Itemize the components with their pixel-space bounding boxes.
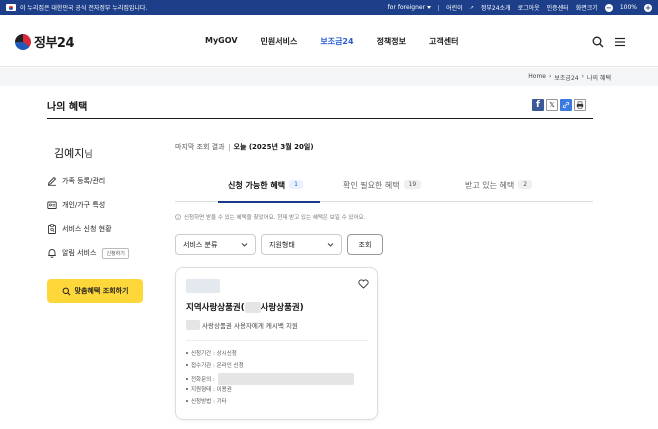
facebook-icon[interactable]: f <box>532 99 544 111</box>
gov-banner: 이 누리집은 대한민국 공식 전자정부 누리집입니다. for foreigne… <box>0 0 658 15</box>
zoom-in-button[interactable]: + <box>644 3 652 12</box>
divider <box>438 4 440 11</box>
search-button[interactable]: 조회 <box>347 234 383 255</box>
sidebar-item-application-status[interactable]: 서비스 신청 현황 <box>47 222 112 236</box>
chevron-right-icon: › <box>581 73 584 80</box>
redacted-region <box>217 373 354 385</box>
taegeuk-logo-icon <box>15 33 31 50</box>
redacted-region <box>244 301 261 313</box>
main-nav: MyGOV 민원서비스 보조금24 정책정보 고객센터 <box>205 36 481 47</box>
detail-method: 신청방법 : 기타 <box>186 397 227 405</box>
sidebar-item-label: 개인/가구 특성 <box>62 201 106 209</box>
pencil-icon <box>47 176 57 186</box>
detail-phone: 전화문의 : <box>186 373 354 385</box>
korea-flag-icon <box>6 4 16 11</box>
select-value: 서비스 분류 <box>183 240 218 249</box>
search-icon[interactable] <box>592 36 604 48</box>
external-link-icon: ↗ <box>469 4 474 11</box>
share-toolbar: f 𝕏 <box>532 99 586 111</box>
tab-label: 확인 필요한 혜택 <box>343 181 400 190</box>
breadcrumb-bar: Home › 보조금24 › 나의 혜택 <box>0 68 658 86</box>
detail-period: 신청기간 : 상시신청 <box>186 349 237 357</box>
active-tab-indicator <box>218 201 320 203</box>
breadcrumb-subsidy[interactable]: 보조금24 <box>554 73 578 82</box>
tab-needs-check[interactable]: 확인 필요한 혜택 19 <box>343 178 422 202</box>
tab-count: 1 <box>289 180 303 189</box>
card-badge-redacted <box>186 279 220 293</box>
custom-benefit-search-button[interactable]: 맞춤혜택 조회하기 <box>47 279 143 303</box>
tab-count: 19 <box>403 180 422 189</box>
utility-links: for foreigner 어린이 ↗ 정부24소개 로그아웃 인증센터 화면크… <box>388 3 652 12</box>
tab-label: 받고 있는 혜택 <box>465 181 515 190</box>
breadcrumb: Home › 보조금24 › 나의 혜택 <box>528 73 611 82</box>
chevron-down-icon <box>241 243 248 247</box>
print-icon[interactable] <box>574 99 586 111</box>
result-notice: 신청하면 받을 수 있는 혜택을 찾았어요. 현재 받고 있는 혜택은 보일 수… <box>175 213 365 221</box>
search-icon <box>62 287 70 295</box>
cta-label: 맞춤혜택 조회하기 <box>74 287 129 295</box>
menu-icon[interactable] <box>614 36 626 48</box>
nav-civil-service[interactable]: 민원서비스 <box>261 36 298 47</box>
site-header: 정부24 MyGOV 민원서비스 보조금24 정책정보 고객센터 <box>0 15 658 67</box>
alert-apply-button[interactable]: 신청하기 <box>102 247 129 259</box>
nav-customer-center[interactable]: 고객센터 <box>429 36 458 47</box>
chevron-down-icon <box>427 6 432 9</box>
link-about[interactable]: 정부24소개 <box>481 3 511 12</box>
gov-notice: 이 누리집은 대한민국 공식 전자정부 누리집입니다. <box>20 5 148 12</box>
link-foreigner[interactable]: for foreigner <box>388 4 432 11</box>
nav-subsidy24[interactable]: 보조금24 <box>320 36 353 47</box>
sidebar-item-household[interactable]: 개인/가구 특성 <box>47 198 105 212</box>
page-title: 나의 혜택 <box>47 102 88 113</box>
filter-bar: 서비스 분류 지원형태 조회 <box>175 234 383 255</box>
detail-agency: 접수기관 : 온라인 신청 <box>186 361 244 369</box>
redacted-region <box>186 320 200 330</box>
sidebar-item-label: 서비스 신청 현황 <box>62 225 112 233</box>
id-card-icon <box>47 201 57 209</box>
sidebar-item-label: 알림 서비스 <box>62 249 97 257</box>
benefit-tabs: 신청 가능한 혜택 1 확인 필요한 혜택 19 받고 있는 혜택 2 <box>175 178 593 202</box>
benefit-card[interactable]: 지역사랑상품권( 사랑상품권) 사랑상품권 사용자에게 캐시백 지원 신청기간 … <box>175 267 378 420</box>
logo-text: 정부24 <box>34 36 75 51</box>
screen-size-label: 화면크기 <box>575 5 598 12</box>
chevron-right-icon: › <box>548 73 552 80</box>
last-query-date: 오늘 (2025년 3월 20일) <box>233 143 314 151</box>
detail-support-type: 지원형태 : 이용권 <box>186 385 232 393</box>
nav-mygov[interactable]: MyGOV <box>205 36 238 47</box>
link-cert-center[interactable]: 인증센터 <box>547 3 569 12</box>
site-logo[interactable]: 정부24 <box>15 32 75 51</box>
zoom-out-button[interactable]: − <box>604 3 613 12</box>
breadcrumb-current: 나의 혜택 <box>587 75 611 82</box>
clipboard-icon <box>48 224 56 234</box>
x-icon[interactable]: 𝕏 <box>546 99 558 111</box>
link-kids[interactable]: 어린이 <box>446 3 463 12</box>
tab-label: 신청 가능한 혜택 <box>228 181 286 190</box>
sidebar-item-family[interactable]: 가족 등록/관리 <box>47 174 105 188</box>
info-icon <box>175 214 181 220</box>
last-query-info: 마지막 조회 결과 오늘 (2025년 3월 20일) <box>175 142 314 152</box>
link-icon[interactable] <box>560 99 572 111</box>
link-logout[interactable]: 로그아웃 <box>518 3 540 12</box>
select-value: 지원형태 <box>269 240 295 249</box>
support-type-select[interactable]: 지원형태 <box>261 234 342 255</box>
card-divider <box>186 340 368 341</box>
card-title[interactable]: 지역사랑상품권( 사랑상품권) <box>186 301 304 313</box>
notice-text: 신청하면 받을 수 있는 혜택을 찾았어요. 현재 받고 있는 혜택은 보일 수… <box>184 215 366 221</box>
user-name: 김예지님 <box>54 147 93 160</box>
service-category-select[interactable]: 서비스 분류 <box>175 234 256 255</box>
bell-icon <box>48 249 56 258</box>
breadcrumb-home[interactable]: Home <box>528 73 546 82</box>
heart-icon[interactable] <box>358 279 369 289</box>
card-description: 사랑상품권 사용자에게 캐시백 지원 <box>186 320 298 330</box>
divider <box>228 143 230 151</box>
nav-policy-info[interactable]: 정책정보 <box>377 36 406 47</box>
sidebar-item-alerts[interactable]: 알림 서비스 신청하기 <box>47 246 129 260</box>
tab-available[interactable]: 신청 가능한 혜택 1 <box>228 178 303 202</box>
title-divider <box>47 118 593 119</box>
sidebar-item-label: 가족 등록/관리 <box>62 177 106 185</box>
zoom-level: 100% <box>619 4 637 11</box>
last-query-label: 마지막 조회 결과 <box>175 143 225 151</box>
tab-count: 2 <box>518 180 533 189</box>
chevron-down-icon <box>327 243 334 247</box>
tab-receiving[interactable]: 받고 있는 혜택 2 <box>465 178 533 202</box>
